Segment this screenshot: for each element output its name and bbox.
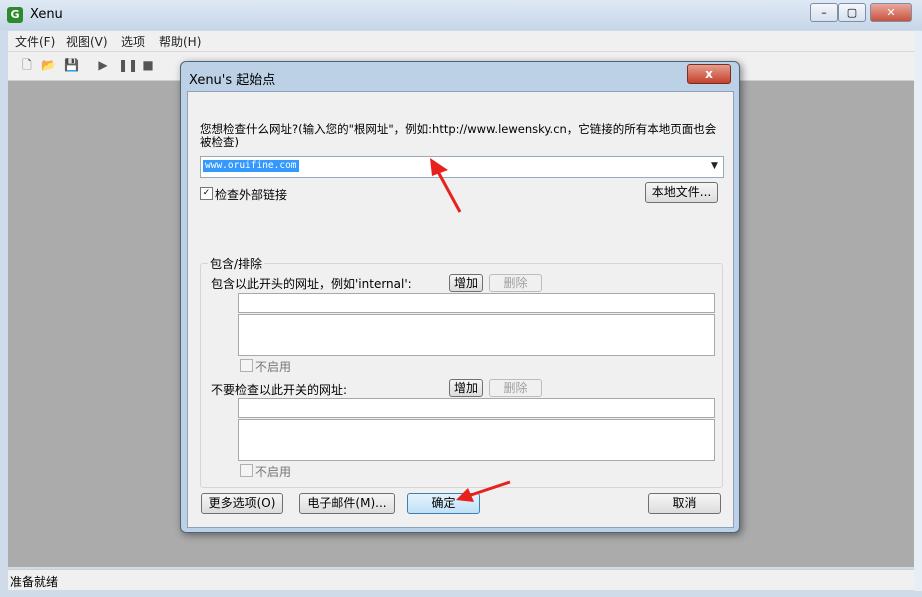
menu-bar: 文件(F) 视图(V) 选项 帮助(H) bbox=[8, 31, 914, 52]
new-file-icon[interactable]: 🗋 bbox=[20, 58, 34, 72]
exclude-label: 不要检查以此开关的网址: bbox=[211, 383, 348, 397]
exclude-delete-button[interactable]: 删除 bbox=[489, 379, 542, 397]
status-text: 准备就绪 bbox=[10, 575, 59, 589]
pause-icon[interactable]: ❚❚ bbox=[118, 58, 138, 72]
email-button[interactable]: 电子邮件(M)... bbox=[299, 493, 395, 514]
include-label: 包含以此开头的网址，例如'internal': bbox=[211, 277, 412, 291]
include-input[interactable] bbox=[238, 293, 715, 313]
open-folder-icon[interactable]: 📂 bbox=[41, 58, 56, 72]
save-icon[interactable]: 💾 bbox=[64, 58, 79, 72]
app-title: Xenu bbox=[30, 7, 63, 22]
title-bar: G Xenu – ▢ ✕ bbox=[0, 0, 922, 30]
include-delete-button[interactable]: 删除 bbox=[489, 274, 542, 292]
play-icon[interactable]: ▶ bbox=[96, 58, 110, 72]
minimize-button[interactable]: – bbox=[810, 3, 838, 22]
start-point-dialog: Xenu's 起始点 x 您想检查什么网址?(输入您的"根网址"，例如:http… bbox=[180, 61, 740, 533]
include-disable-label: 不启用 bbox=[255, 360, 292, 374]
maximize-button[interactable]: ▢ bbox=[838, 3, 866, 22]
close-window-button[interactable]: ✕ bbox=[870, 3, 912, 22]
exclude-disable-checkbox[interactable] bbox=[240, 464, 253, 477]
annotation-arrow-url-icon bbox=[430, 158, 462, 213]
dialog-title: Xenu's 起始点 bbox=[189, 73, 276, 88]
url-input-value[interactable]: www.oruifine.com bbox=[203, 160, 299, 172]
include-disable-checkbox[interactable] bbox=[240, 359, 253, 372]
cancel-button[interactable]: 取消 bbox=[648, 493, 721, 514]
include-add-button[interactable]: 增加 bbox=[449, 274, 483, 292]
exclude-input[interactable] bbox=[238, 398, 715, 418]
group-title: 包含/排除 bbox=[208, 255, 265, 272]
xenu-frog-icon: G bbox=[7, 7, 23, 23]
exclude-list[interactable] bbox=[238, 419, 715, 461]
dropdown-arrow-icon[interactable]: ▼ bbox=[711, 161, 718, 171]
local-file-button[interactable]: 本地文件... bbox=[645, 182, 718, 203]
include-list[interactable] bbox=[238, 314, 715, 356]
menu-view[interactable]: 视图(V) bbox=[66, 33, 108, 50]
menu-help[interactable]: 帮助(H) bbox=[159, 33, 201, 50]
exclude-disable-label: 不启用 bbox=[255, 465, 292, 479]
background-window-strip bbox=[914, 31, 922, 591]
check-external-label: 检查外部链接 bbox=[215, 188, 288, 202]
more-options-button[interactable]: 更多选项(O) bbox=[201, 493, 283, 514]
status-bar: 准备就绪 bbox=[8, 569, 914, 590]
check-external-checkbox[interactable]: ✓ bbox=[200, 187, 213, 200]
menu-file[interactable]: 文件(F) bbox=[15, 33, 55, 50]
dialog-close-button[interactable]: x bbox=[687, 64, 731, 84]
menu-options[interactable]: 选项 bbox=[121, 33, 145, 50]
annotation-arrow-ok-icon bbox=[456, 480, 511, 502]
stop-icon[interactable]: ■ bbox=[141, 58, 155, 72]
url-prompt-text: 您想检查什么网址?(输入您的"根网址"，例如:http://www.lewens… bbox=[200, 122, 717, 149]
exclude-add-button[interactable]: 增加 bbox=[449, 379, 483, 397]
